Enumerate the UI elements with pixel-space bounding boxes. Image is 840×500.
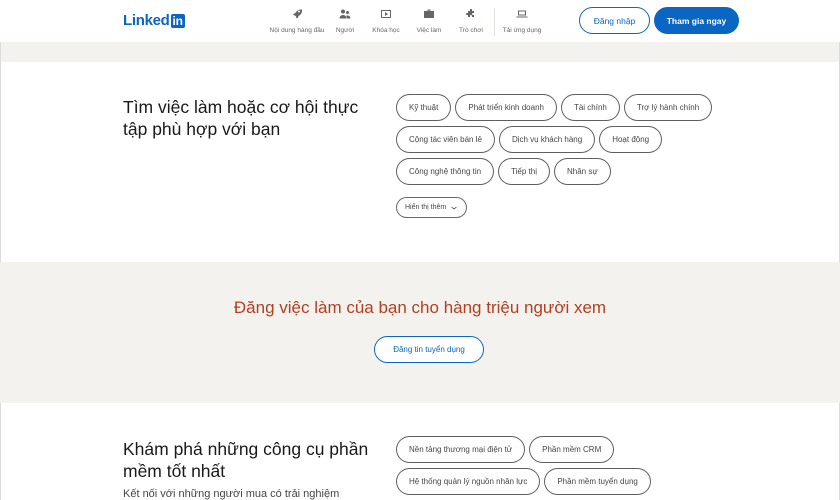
nav-label: Người [335, 27, 355, 34]
join-now-button[interactable]: Tham gia ngay [654, 7, 739, 34]
job-pill[interactable]: Hoạt động [599, 126, 663, 153]
nav-item-courses[interactable]: Khóa học [366, 8, 406, 34]
rocket-icon [293, 9, 302, 19]
puzzle-icon [466, 9, 474, 17]
nav-item-top-content[interactable]: Nội dung hàng đầu [266, 8, 328, 34]
logo-in-badge: in [170, 13, 185, 28]
job-pill[interactable]: Phát triển kinh doanh [455, 94, 557, 121]
nav-item-jobs[interactable]: Việc làm [412, 8, 446, 34]
people-icon [339, 9, 351, 19]
nav-item-get-app[interactable]: Tải ứng dụng [501, 8, 543, 34]
chevron-down-icon [451, 206, 457, 209]
tools-section-title: Khám phá những công cụ phần mềm tốt nhất [123, 439, 369, 481]
job-pill[interactable]: Tiếp thị [498, 158, 550, 185]
top-nav-bar: Linked in Nội dung hàng đầu Người Khóa họ… [0, 0, 840, 42]
job-pill[interactable]: Công nghệ thông tin [396, 158, 495, 185]
nav-label: Nội dung hàng đầu [269, 27, 325, 34]
nav-item-games[interactable]: Trò chơi [454, 8, 488, 34]
job-pill[interactable]: Tài chính [560, 94, 620, 121]
nav-label: Trò chơi [459, 27, 483, 34]
briefcase-icon [424, 9, 434, 18]
main-nav: Nội dung hàng đầu Người Khóa học Việc là… [266, 8, 543, 36]
show-more-label: Hiển thị thêm [405, 204, 447, 211]
nav-item-people[interactable]: Người [330, 8, 360, 34]
video-icon [381, 10, 391, 18]
software-tool-pills: Nền tảng thương mại điện tử Phần mềm CRM… [396, 436, 726, 495]
show-more-wrap: Hiển thị thêm [396, 196, 468, 218]
jobs-section-title: Tìm việc làm hoặc cơ hội thực tập phù hợ… [123, 97, 359, 139]
linkedin-logo[interactable]: Linked in [123, 12, 185, 29]
job-pill[interactable]: Dịch vụ khách hàng [498, 126, 596, 153]
top-strip [0, 42, 840, 62]
show-more-button[interactable]: Hiển thị thêm [396, 197, 468, 218]
nav-divider [494, 8, 495, 36]
tool-pill[interactable]: Phần mềm CRM [529, 436, 615, 463]
tool-pill[interactable]: Nền tảng thương mại điện tử [396, 436, 526, 463]
post-job-button[interactable]: Đăng tin tuyển dụng [374, 336, 484, 363]
job-pill[interactable]: Kỹ thuật [396, 94, 452, 121]
post-job-title: Đăng việc làm của bạn cho hàng triệu ngư… [233, 298, 607, 317]
login-button[interactable]: Đăng nhập [579, 7, 650, 34]
job-category-pills: Kỹ thuật Phát triển kinh doanh Tài chính… [396, 94, 726, 185]
tools-section-subtext: Kết nối với những người mua có trải nghi… [123, 488, 340, 500]
job-pill[interactable]: Trợ lý hành chính [623, 94, 713, 121]
nav-label: Khóa học [372, 27, 400, 34]
nav-label: Việc làm [416, 27, 442, 34]
job-pill[interactable]: Cộng tác viên bán lẻ [396, 126, 495, 153]
laptop-icon [516, 10, 528, 18]
tool-pill[interactable]: Hệ thống quản lý nguồn nhân lực [396, 468, 541, 495]
job-pill[interactable]: Nhân sự [554, 158, 611, 185]
tool-pill[interactable]: Phần mềm tuyển dụng [544, 468, 651, 495]
logo-text: Linked [123, 12, 170, 29]
post-job-band [0, 262, 840, 403]
nav-label: Tải ứng dụng [502, 27, 542, 34]
